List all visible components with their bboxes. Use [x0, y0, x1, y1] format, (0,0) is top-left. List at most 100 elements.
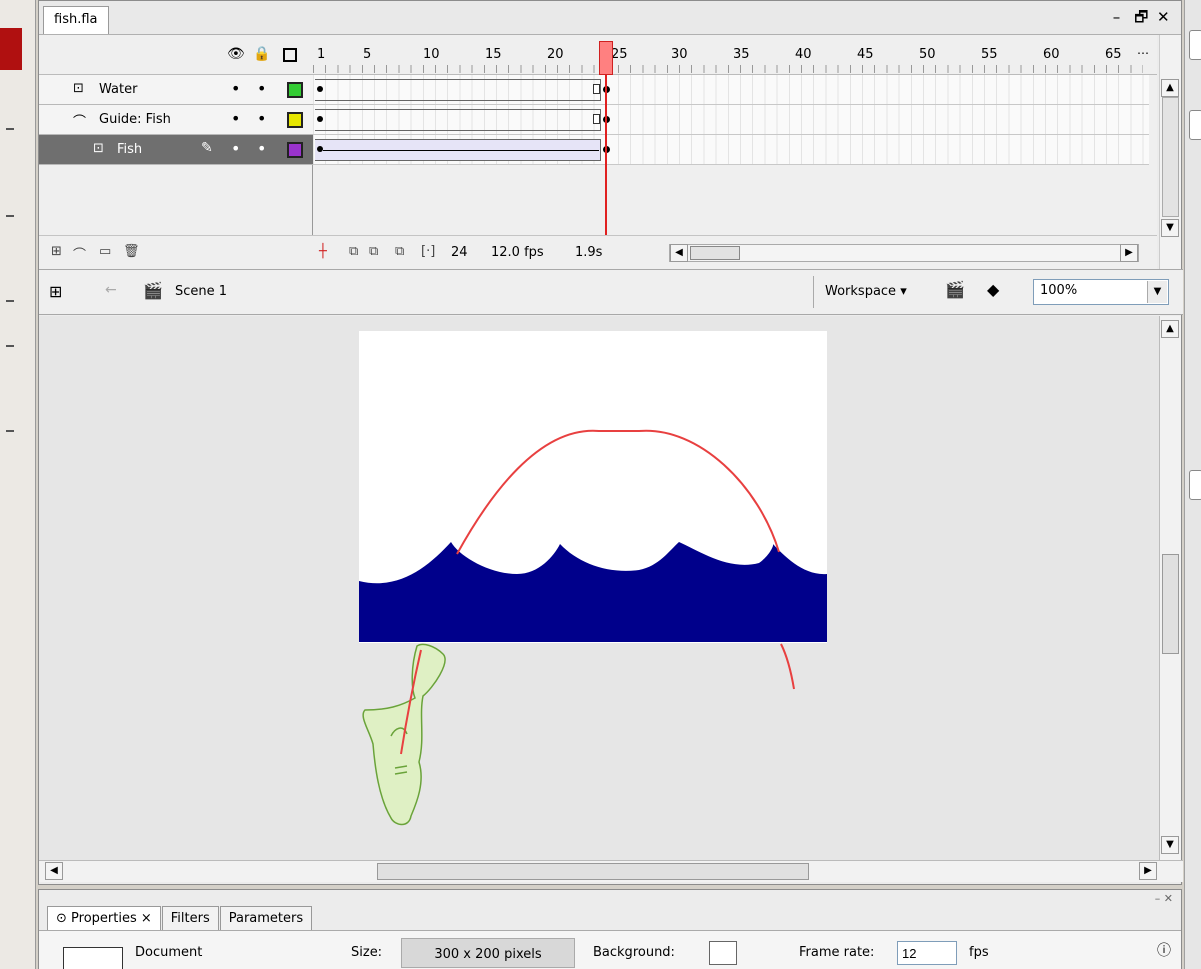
workspace-menu[interactable]: Workspace ▾	[825, 284, 907, 299]
minimize-button[interactable]: –	[1111, 8, 1125, 26]
back-arrow-icon[interactable]: ←	[105, 282, 117, 298]
outline-color-swatch[interactable]	[287, 112, 303, 128]
tab-properties[interactable]: ⊙ Properties ×	[47, 906, 161, 930]
frame-span[interactable]	[315, 109, 601, 131]
frame-rate-input[interactable]	[897, 941, 957, 965]
scroll-right-icon[interactable]: ▶	[1139, 862, 1157, 880]
frame-number: 35	[733, 47, 750, 62]
edit-multiple-icon[interactable]: ⧉	[395, 244, 404, 259]
outline-color-swatch[interactable]	[287, 142, 303, 158]
scroll-left-icon[interactable]: ◀	[670, 244, 688, 262]
frame-number: 30	[671, 47, 688, 62]
panel-handle[interactable]	[1189, 30, 1201, 60]
stage-canvas[interactable]	[39, 316, 1161, 860]
visibility-dot[interactable]: •	[231, 79, 240, 98]
layer-row-water[interactable]: ⊡ Water • •	[39, 75, 313, 105]
frame-ruler[interactable]	[313, 65, 1143, 73]
timeline-panel: 👁 🔒 1 5 10 15 20 25 30 35 40 45 50 55 60…	[39, 35, 1157, 275]
layer-row-guide-fish[interactable]: ⌒ Guide: Fish • •	[39, 105, 313, 135]
scroll-up-icon[interactable]: ▲	[1161, 79, 1179, 97]
scroll-thumb[interactable]	[1162, 554, 1179, 654]
timeline-toggle-icon[interactable]: ⊞	[49, 282, 62, 301]
frame-number: 5	[363, 47, 372, 62]
scroll-down-icon[interactable]: ▼	[1161, 836, 1179, 854]
stage-area[interactable]	[39, 316, 1161, 860]
scroll-up-icon[interactable]: ▲	[1161, 320, 1179, 338]
tools-panel-accent	[0, 28, 22, 70]
outline-icon[interactable]	[283, 48, 297, 62]
keyframe[interactable]	[317, 116, 323, 122]
tab-label: Properties ×	[71, 911, 152, 926]
edit-symbols-icon[interactable]: ◆	[987, 280, 999, 299]
frame-number: 50	[919, 47, 936, 62]
window-controls: – 🗗 ✕	[1111, 7, 1171, 32]
size-button[interactable]: 300 x 200 pixels	[401, 938, 575, 968]
lock-dot[interactable]: •	[257, 139, 266, 158]
timeline-vscroll[interactable]: ▲ ▼	[1159, 35, 1181, 269]
frame-end	[593, 84, 600, 94]
scroll-thumb[interactable]	[377, 863, 809, 880]
delete-layer-icon[interactable]: 🗑	[123, 244, 140, 259]
scroll-thumb[interactable]	[1162, 97, 1179, 217]
zoom-value: 100%	[1040, 283, 1078, 298]
onion-outline-icon[interactable]: ⧉	[369, 244, 378, 259]
timeline-footer: ⊞ ⌒ ▭ 🗑 ┼ ⧉ ⧉ ⧉ [·] 24 12.0 fps 1.9s ◀ ▶	[39, 235, 1157, 269]
add-guide-icon[interactable]: ⌒	[73, 244, 86, 263]
timeline-hscroll[interactable]: ◀ ▶	[669, 244, 1139, 262]
panel-handle[interactable]	[1189, 470, 1201, 500]
background-color-swatch[interactable]	[709, 941, 737, 965]
outline-color-swatch[interactable]	[287, 82, 303, 98]
pencil-icon: ✎	[201, 140, 213, 156]
document-tab[interactable]: fish.fla	[43, 6, 109, 34]
current-frame: 24	[451, 245, 468, 260]
frame-empty-area	[313, 165, 1149, 235]
visibility-dot[interactable]: •	[231, 139, 240, 158]
tab-parameters[interactable]: Parameters	[219, 906, 313, 930]
frame-row-fish[interactable]	[313, 135, 1149, 165]
scroll-thumb[interactable]	[690, 246, 740, 260]
scroll-right-icon[interactable]: ▶	[1120, 244, 1138, 262]
lock-dot[interactable]: •	[257, 79, 266, 98]
edit-bar: ⊞ ← 🎬 Scene 1 Workspace ▾ 🎬 ◆ 100% ▼	[39, 269, 1183, 315]
visibility-dot[interactable]: •	[231, 109, 240, 128]
eye-icon[interactable]: 👁	[227, 46, 245, 62]
zoom-select[interactable]: 100% ▼	[1033, 279, 1169, 305]
frame-row-water[interactable]	[313, 75, 1149, 105]
scroll-left-icon[interactable]: ◀	[45, 862, 63, 880]
panel-handle[interactable]	[1189, 110, 1201, 140]
restore-button[interactable]: 🗗	[1134, 7, 1148, 32]
tab-filters[interactable]: Filters	[161, 906, 219, 930]
scroll-down-icon[interactable]: ▼	[1161, 219, 1179, 237]
frame-row-guide[interactable]	[313, 105, 1149, 135]
frame-number: 15	[485, 47, 502, 62]
playhead[interactable]	[599, 41, 613, 75]
panel-controls[interactable]: – ✕	[1155, 892, 1173, 905]
elapsed-time: 1.9s	[575, 245, 603, 260]
close-button[interactable]: ✕	[1157, 8, 1171, 26]
insert-layer-icon[interactable]: ⊞	[51, 244, 62, 259]
keyframe[interactable]	[317, 86, 323, 92]
right-panel-edge	[1184, 0, 1201, 969]
stage-hscroll[interactable]: ◀ ▶	[39, 860, 1183, 882]
frame-rate-readout[interactable]: 12.0 fps	[491, 245, 544, 260]
onion-skin-icon[interactable]: ⧉	[349, 244, 358, 259]
layer-row-fish[interactable]: ⊡ Fish ✎ • •	[39, 135, 313, 165]
help-icon[interactable]: ⓘ	[1157, 940, 1171, 960]
insert-folder-icon[interactable]: ▭	[99, 244, 111, 259]
edit-scene-icon[interactable]: 🎬	[945, 280, 965, 299]
divider	[813, 276, 814, 308]
frame-span[interactable]	[315, 79, 601, 101]
frame-number: 20	[547, 47, 564, 62]
lock-dot[interactable]: •	[257, 109, 266, 128]
timeline-header: 👁 🔒 1 5 10 15 20 25 30 35 40 45 50 55 60…	[39, 35, 1157, 75]
chevron-down-icon[interactable]: ▼	[1147, 281, 1167, 303]
timeline-menu-icon[interactable]: ⋯	[1137, 46, 1149, 60]
center-frame-icon[interactable]: ┼	[319, 244, 327, 259]
lock-icon[interactable]: 🔒	[253, 46, 270, 62]
background-label: Background:	[593, 945, 675, 960]
stage-vscroll[interactable]: ▲ ▼	[1159, 316, 1181, 860]
scene-label[interactable]: Scene 1	[175, 284, 227, 299]
keyframe[interactable]	[317, 146, 323, 152]
onion-markers-icon[interactable]: [·]	[421, 244, 435, 259]
guide-layer-icon: ⌒	[73, 115, 87, 130]
